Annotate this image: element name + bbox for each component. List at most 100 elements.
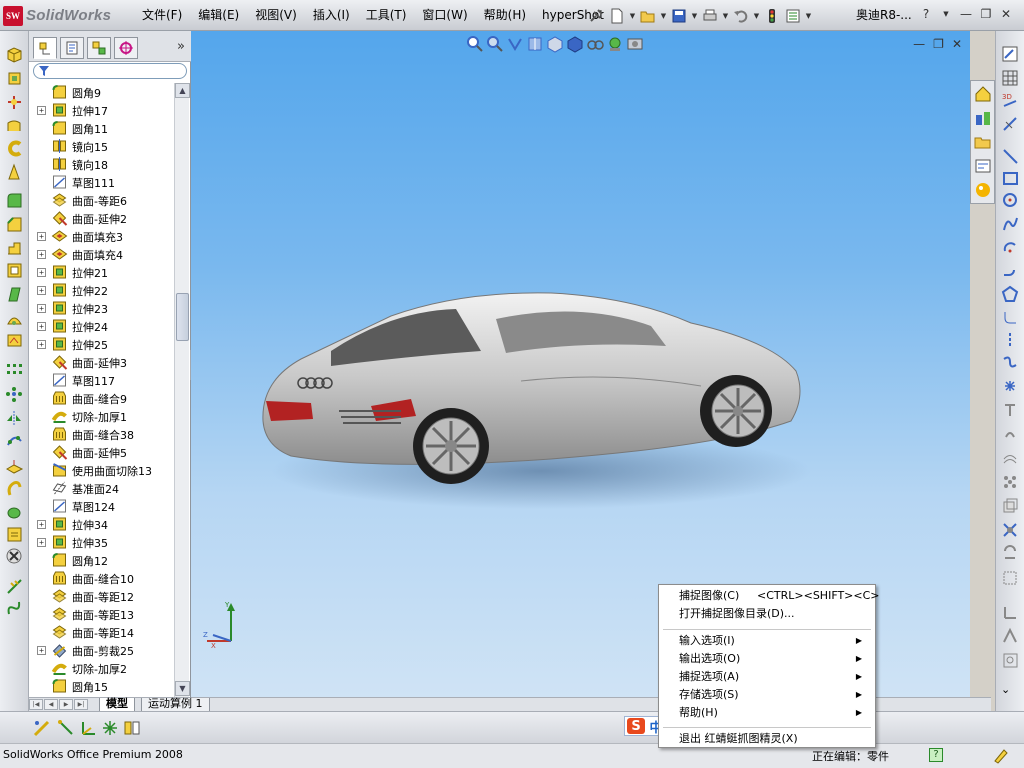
tab-first-arrow-icon[interactable]: |◀: [29, 699, 43, 710]
feature-tree-item[interactable]: + 拉伸21: [29, 263, 175, 281]
centerline-icon[interactable]: [1001, 331, 1020, 350]
menu-capture-options[interactable]: 捕捉选项(A) ▶: [679, 669, 869, 685]
convert-entities-icon[interactable]: [1001, 497, 1020, 516]
extruded-boss-icon[interactable]: [5, 45, 24, 64]
options-list-icon[interactable]: [783, 6, 803, 26]
open-dropdown-icon[interactable]: ▼: [659, 6, 668, 26]
menu-exit-capture-tool[interactable]: 退出 红蜻蜓抓图精灵(X): [679, 731, 869, 747]
feature-tree-item[interactable]: 基准面24: [29, 479, 175, 497]
3d-sketch-icon[interactable]: 3D: [1001, 91, 1020, 110]
help-dropdown-icon[interactable]: ▼: [938, 6, 954, 22]
expand-toggle-icon[interactable]: +: [37, 250, 46, 259]
scroll-down-arrow-icon[interactable]: ▼: [175, 681, 190, 696]
section-view-icon[interactable]: [526, 35, 544, 53]
status-help-icon[interactable]: ?: [929, 748, 943, 762]
menu-tools[interactable]: 工具(T): [358, 0, 415, 31]
feature-tree-scrollbar[interactable]: ▲ ▼: [174, 83, 190, 697]
view-orientation-icon[interactable]: [546, 35, 564, 53]
feature-tree-tab-icon[interactable]: [33, 37, 57, 59]
feature-tree-item[interactable]: 镜向15: [29, 137, 175, 155]
chamfer-icon[interactable]: [5, 215, 24, 234]
feature-tree-item[interactable]: 切除-加厚1: [29, 407, 175, 425]
feature-tree-item[interactable]: 圆角11: [29, 119, 175, 137]
expand-toggle-icon[interactable]: +: [37, 304, 46, 313]
menu-help-submenu[interactable]: 帮助(H) ▶: [679, 705, 869, 721]
configuration-manager-tab-icon[interactable]: [87, 37, 111, 59]
feature-tree-item[interactable]: 使用曲面切除13: [29, 461, 175, 479]
dome-icon[interactable]: [5, 309, 24, 328]
rotate-entities-icon[interactable]: [1001, 569, 1020, 588]
sketch-icon-tool[interactable]: [1001, 45, 1020, 64]
collapse-panel-icon[interactable]: »: [177, 39, 185, 54]
shell-icon[interactable]: [5, 261, 24, 280]
options-dropdown-icon[interactable]: ▼: [804, 6, 813, 26]
feature-tree-item[interactable]: 圆角12: [29, 551, 175, 569]
circular-pattern-icon[interactable]: [5, 385, 24, 404]
tab-motion-study[interactable]: 运动算例 1: [141, 698, 210, 712]
menu-view[interactable]: 视图(V): [247, 0, 305, 31]
add-relation-icon[interactable]: [1001, 603, 1020, 622]
feature-tree-item[interactable]: + 拉伸22: [29, 281, 175, 299]
expand-toggle-icon[interactable]: +: [37, 322, 46, 331]
viewport-close-icon[interactable]: ✕: [952, 37, 962, 51]
menu-open-capture-directory[interactable]: 打开捕捉图像目录(D)...: [679, 606, 869, 622]
rebuild-traffic-light-icon[interactable]: [762, 6, 782, 26]
menu-help[interactable]: 帮助(H): [476, 0, 534, 31]
solidworks-resources-icon[interactable]: [974, 85, 992, 103]
apply-scene-icon[interactable]: [626, 35, 644, 53]
expand-toggle-icon[interactable]: +: [37, 520, 46, 529]
fillet-sketch-icon[interactable]: [1001, 309, 1020, 328]
expand-toggle-icon[interactable]: +: [37, 286, 46, 295]
sketch-spline-icon[interactable]: [1001, 353, 1020, 372]
smart-mate-icon[interactable]: [32, 718, 52, 738]
feature-tree-item[interactable]: 曲面-等距14: [29, 623, 175, 641]
menu-edit[interactable]: 编辑(E): [190, 0, 247, 31]
display-relations-icon[interactable]: [1001, 627, 1020, 646]
linear-pattern-icon[interactable]: [5, 361, 24, 380]
file-explorer-icon[interactable]: [974, 133, 992, 151]
feature-tree-item[interactable]: + 拉伸35: [29, 533, 175, 551]
tab-last-arrow-icon[interactable]: ▶|: [74, 699, 88, 710]
minimize-icon[interactable]: —: [958, 6, 974, 22]
car-model-render[interactable]: [251, 271, 811, 511]
draft-icon[interactable]: [5, 285, 24, 304]
feature-tree-item[interactable]: 曲面-延伸2: [29, 209, 175, 227]
feature-tree-item[interactable]: 镜向18: [29, 155, 175, 173]
display-style-icon[interactable]: [566, 35, 584, 53]
feature-tree-item[interactable]: 曲面-等距13: [29, 605, 175, 623]
menu-file[interactable]: 文件(F): [134, 0, 190, 31]
print-dropdown-icon[interactable]: ▼: [721, 6, 730, 26]
coordinate-system-icon[interactable]: [78, 718, 98, 738]
feature-tree-item[interactable]: 切除-加厚2: [29, 659, 175, 677]
close-icon[interactable]: ✕: [998, 6, 1014, 22]
save-dropdown-icon[interactable]: ▼: [690, 6, 699, 26]
feature-tree-item[interactable]: 曲面-等距12: [29, 587, 175, 605]
menu-capture-image[interactable]: 捕捉图像(C) <CTRL><SHIFT><C>: [679, 588, 880, 604]
menu-input-options[interactable]: 输入选项(I) ▶: [679, 633, 869, 649]
hole-wizard-icon[interactable]: [5, 163, 24, 182]
linear-sketch-pattern-icon[interactable]: [1001, 473, 1020, 492]
view-palette-icon[interactable]: [974, 157, 992, 175]
instant3d-icon[interactable]: [5, 503, 24, 522]
smart-dimension-icon[interactable]: [1001, 115, 1020, 134]
tab-model[interactable]: 模型: [99, 698, 135, 712]
curve-driven-pattern-icon[interactable]: [5, 431, 24, 450]
feature-tree-item[interactable]: + 曲面-剪裁25: [29, 641, 175, 659]
parts-list-icon[interactable]: [122, 718, 142, 738]
feature-tree-item[interactable]: 曲面-缝合10: [29, 569, 175, 587]
feature-tree-item[interactable]: 草图117: [29, 371, 175, 389]
sogou-logo-icon[interactable]: S: [627, 718, 645, 734]
reference-geometry-icon[interactable]: [5, 457, 24, 476]
dimxpert-manager-tab-icon[interactable]: [114, 37, 138, 59]
rib-icon[interactable]: [5, 239, 24, 258]
new-document-icon[interactable]: [607, 6, 627, 26]
menu-output-options[interactable]: 输出选项(O) ▶: [679, 651, 869, 667]
viewport-minimize-icon[interactable]: —: [913, 37, 925, 51]
line-icon[interactable]: [1001, 147, 1020, 166]
circle-icon[interactable]: [1001, 191, 1020, 210]
expand-toggle-icon[interactable]: +: [37, 538, 46, 547]
print-icon[interactable]: [700, 6, 720, 26]
solidworks-logo[interactable]: SW SolidWorks: [3, 5, 111, 26]
move-entities-icon[interactable]: [1001, 545, 1020, 564]
offset-entities-icon[interactable]: [1001, 449, 1020, 468]
